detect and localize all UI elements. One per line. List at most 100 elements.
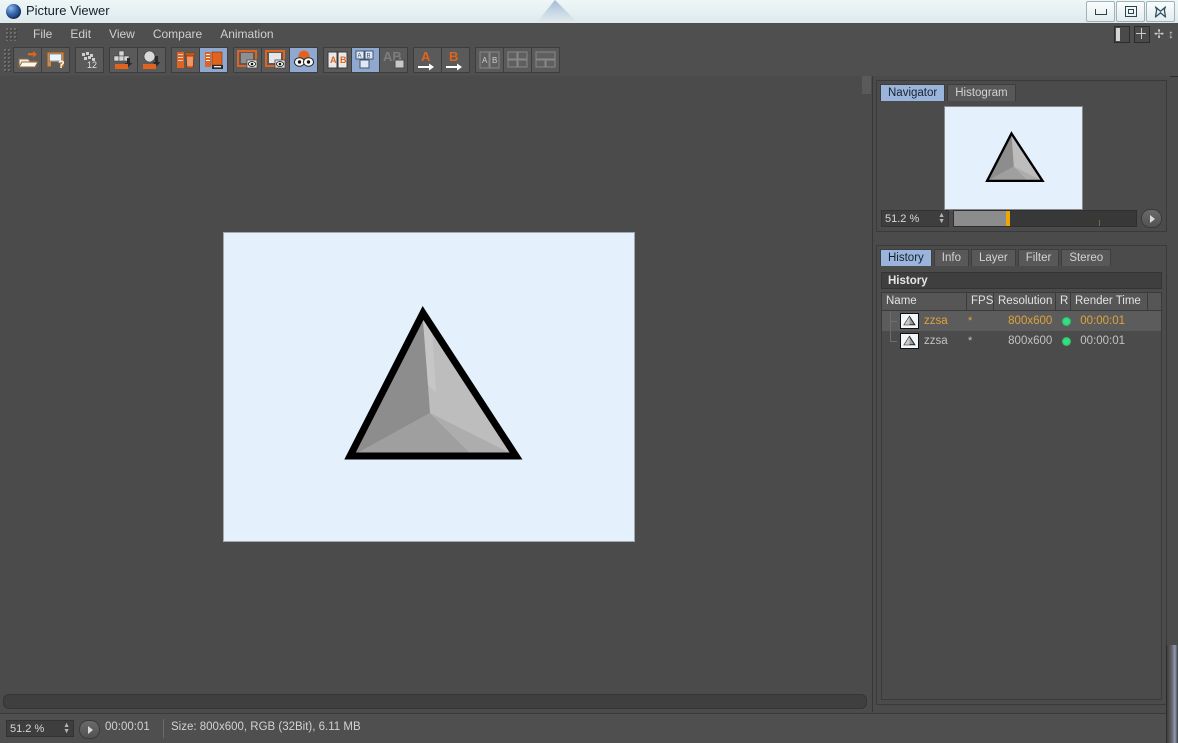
toolbar-group-compare: A B A B AB	[323, 47, 408, 73]
dock-arrows-icon[interactable]: ↕	[1168, 27, 1174, 42]
frames-down-icon	[113, 50, 132, 69]
navigator-play-button[interactable]	[1141, 209, 1162, 228]
tab-navigator[interactable]: Navigator	[880, 84, 946, 101]
render-settings-button[interactable]: 12	[75, 47, 104, 73]
slider-fill	[954, 211, 1006, 226]
navigator-thumbnail[interactable]	[945, 107, 1082, 209]
toolbar-groups: ? 12 A B A B AB A B A B	[13, 47, 560, 73]
menu-compare[interactable]: Compare	[144, 23, 211, 45]
column-end[interactable]	[1148, 293, 1161, 310]
svg-text:A: A	[421, 49, 431, 64]
window-controls	[1086, 1, 1175, 22]
row-render-time: 00:00:01	[1080, 335, 1126, 347]
tab-layer[interactable]: Layer	[970, 249, 1016, 266]
canvas-vertical-scrollbar[interactable]	[862, 76, 871, 94]
tab-filter[interactable]: Filter	[1017, 249, 1060, 266]
table-row[interactable]: zzsa * 800x600 00:00:01	[882, 311, 1161, 331]
row-name: zzsa	[924, 315, 948, 327]
column-fps[interactable]: FPS	[967, 293, 994, 310]
navigator-zoom-input[interactable]: 51.2 % ▲ ▼	[881, 210, 949, 227]
toolbar-group-entry	[171, 47, 228, 73]
tab-history[interactable]: History	[880, 249, 932, 266]
status-zoom-input[interactable]: 51.2 % ▲ ▼	[6, 720, 74, 737]
view-ab-button[interactable]	[289, 47, 318, 73]
menu-edit[interactable]: Edit	[61, 23, 100, 45]
spinner-icon[interactable]: ▲ ▼	[63, 722, 70, 735]
menu-animation[interactable]: Animation	[211, 23, 282, 45]
layout-split-button[interactable]: A B	[475, 47, 504, 73]
toolbar-grip-icon[interactable]	[3, 48, 12, 72]
layout-quad-button[interactable]	[503, 47, 532, 73]
open-image-button[interactable]	[13, 47, 42, 73]
app-sphere-icon	[6, 4, 21, 19]
frame-a-eye-icon	[236, 50, 257, 69]
row-resolution: 800x600	[1008, 335, 1053, 347]
navigator-zoom-row: 51.2 % ▲ ▼	[881, 209, 1162, 228]
history-panel: History Info Layer Filter Stereo History…	[876, 245, 1167, 705]
split-view-icon[interactable]	[1113, 26, 1130, 43]
spinner-icon[interactable]: ▲ ▼	[938, 212, 945, 225]
svg-text:B: B	[340, 55, 347, 65]
menu-view[interactable]: View	[100, 23, 144, 45]
tree-connector	[882, 331, 900, 351]
column-resolution[interactable]: Resolution	[994, 293, 1056, 310]
set-b-button[interactable]: B	[441, 47, 470, 73]
restore-icon	[1124, 6, 1137, 17]
set-a-button[interactable]: A	[413, 47, 442, 73]
window-title: Picture Viewer	[26, 3, 110, 18]
compare-ab-diff-button[interactable]: A B	[351, 47, 380, 73]
minimize-button[interactable]	[1086, 1, 1115, 22]
slider-knob[interactable]	[1006, 211, 1010, 226]
duplicate-entry-button[interactable]	[199, 47, 228, 73]
layout-stack-button[interactable]	[531, 47, 560, 73]
load-frames-button[interactable]	[109, 47, 138, 73]
menu-right-icons: ✢ ↕	[1113, 26, 1174, 43]
history-table: Name FPS Resolution R Render Time zzsa *…	[881, 292, 1162, 700]
svg-text:A: A	[357, 54, 361, 60]
navigator-panel: Navigator Histogram 51.2 % ▲ ▼	[876, 80, 1167, 232]
view-a-button[interactable]	[233, 47, 262, 73]
navigator-zoom-slider[interactable]	[953, 210, 1137, 227]
menu-file[interactable]: File	[24, 23, 61, 45]
play-icon	[88, 725, 93, 734]
column-name[interactable]: Name	[882, 293, 967, 310]
compare-ab-button[interactable]: A B	[323, 47, 352, 73]
toolbar-group-layout: A B	[475, 47, 560, 73]
play-icon	[1150, 214, 1155, 223]
folder-open-icon	[17, 51, 39, 68]
ab-diff-icon: A B	[355, 50, 373, 69]
add-view-icon[interactable]	[1133, 26, 1150, 43]
restore-button[interactable]	[1116, 1, 1145, 22]
tab-histogram[interactable]: Histogram	[947, 84, 1016, 101]
title-bar: Picture Viewer	[0, 0, 1178, 24]
load-single-button[interactable]	[137, 47, 166, 73]
move-icon[interactable]: ✢	[1154, 27, 1164, 42]
table-row[interactable]: zzsa * 800x600 00:00:01	[882, 331, 1161, 351]
ab-blend-icon: AB	[383, 49, 404, 69]
status-play-button[interactable]	[79, 720, 100, 739]
toolbar-group-setab: A B	[413, 47, 470, 73]
save-image-button[interactable]: ?	[41, 47, 70, 73]
row-modified-star: *	[968, 315, 973, 327]
right-dock: Navigator Histogram 51.2 % ▲ ▼ History I…	[873, 76, 1170, 712]
delete-entry-button[interactable]	[171, 47, 200, 73]
copy-entry-icon	[204, 51, 223, 69]
status-size-info: Size: 800x600, RGB (32Bit), 6.11 MB	[171, 721, 361, 733]
tab-info[interactable]: Info	[933, 249, 969, 266]
tab-stereo[interactable]: Stereo	[1061, 249, 1112, 266]
view-b-button[interactable]	[261, 47, 290, 73]
a-arrow-icon: A	[417, 49, 434, 71]
column-r[interactable]: R	[1056, 293, 1071, 310]
desktop-scrollbar-artifact[interactable]	[1166, 645, 1178, 743]
drag-grip-icon[interactable]	[5, 27, 18, 41]
column-render-time[interactable]: Render Time	[1071, 293, 1148, 310]
film-12-icon: 12	[81, 52, 97, 70]
rendered-image	[224, 233, 634, 541]
close-icon	[1154, 5, 1167, 18]
navigator-zoom-value: 51.2 %	[885, 212, 920, 225]
compare-ab-blend-button[interactable]: AB	[379, 47, 408, 73]
canvas-horizontal-scrollbar[interactable]	[3, 694, 867, 709]
image-canvas[interactable]	[0, 76, 873, 712]
close-button[interactable]	[1146, 1, 1175, 22]
layout-ab-icon: A B	[479, 51, 499, 69]
